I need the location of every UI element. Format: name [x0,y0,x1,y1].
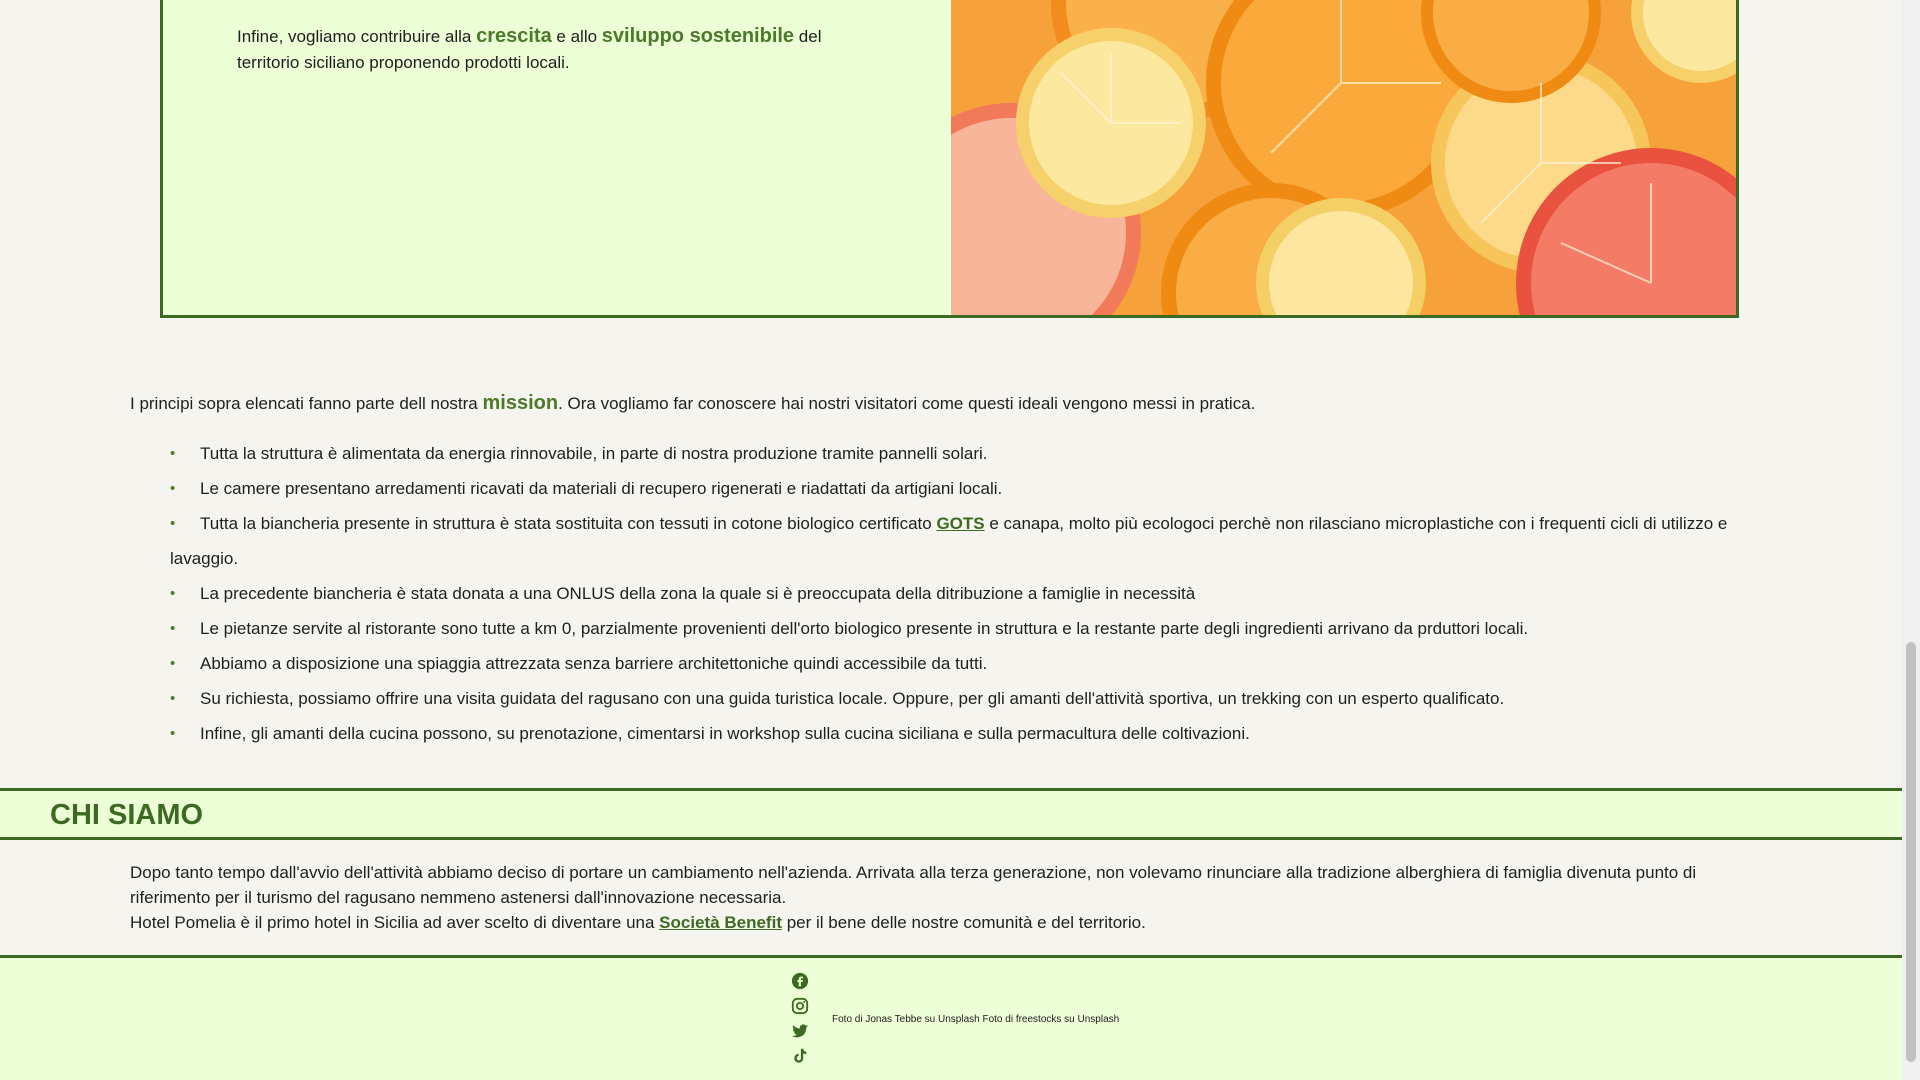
list-item-text: Tutta la biancheria presente in struttur… [200,514,937,533]
bullet-icon: • [170,620,176,637]
chi-siamo-paragraph: Dopo tanto tempo dall'avvio dell'attivit… [130,863,1697,907]
list-item: • Le camere presentano arredamenti ricava… [170,471,1750,506]
photo-credits: Foto di Jonas Tebbe su Unsplash Foto di … [832,1014,1120,1025]
list-item-text: Su richiesta, possiamo offrire una visit… [200,689,1505,708]
chi-siamo-title: CHI SIAMO [50,799,204,831]
facebook-icon[interactable] [791,972,811,992]
highlight-crescita: crescita [476,25,552,47]
chi-siamo-paragraph-2: Hotel Pomelia è il primo hotel in Sicili… [130,910,1780,935]
citrus-image [951,0,1736,315]
chi-siamo-text-after: per il bene delle nostre comunità e del … [781,913,1146,932]
list-item-text: Le camere presentano arredamenti ricavat… [200,479,1003,498]
list-item: • Infine, gli amanti della cucina possono… [170,716,1750,751]
scrollbar-thumb[interactable] [1906,642,1916,1062]
footer: Foto di Jonas Tebbe su Unsplash Foto di … [0,955,1902,1080]
page-scrollbar[interactable] [1902,0,1920,1080]
gots-link[interactable]: GOTS [936,514,984,533]
page: Infine, vogliamo contribuire alla cresci… [0,0,1902,1080]
list-item-text: Le pietanze servite al ristorante sono t… [200,619,1529,638]
mission-intro: I principi sopra elencati fanno parte de… [130,390,1770,417]
list-item: • Su richiesta, possiamo offrire una visi… [170,681,1750,716]
list-item: • Le pietanze servite al ristorante sono … [170,611,1750,646]
bullet-icon: • [170,655,176,672]
bullet-icon: • [170,480,176,497]
mission-highlight: mission [482,392,559,414]
bullet-icon: • [170,585,176,602]
list-item: • Tutta la biancheria presente in struttu… [170,506,1750,576]
instagram-icon[interactable] [791,997,811,1017]
chi-siamo-text: Dopo tanto tempo dall'avvio dell'attivit… [130,860,1780,935]
list-item-text: Abbiamo a disposizione una spiaggia attr… [200,654,988,673]
list-item: • Abbiamo a disposizione una spiaggia att… [170,646,1750,681]
bullet-icon: • [170,515,176,532]
societa-benefit-link[interactable]: Società Benefit [659,913,782,932]
highlight-sviluppo: sviluppo sostenibile [601,25,795,47]
list-item-text: La precedente biancheria è stata donata … [200,584,1196,603]
twitter-icon[interactable] [791,1022,811,1042]
card-text-part2: e allo [551,27,602,46]
bullet-icon: • [170,690,176,707]
tiktok-icon[interactable] [791,1047,811,1067]
list-item-text: Infine, gli amanti della cucina possono,… [200,724,1250,743]
social-links [791,972,813,1072]
mission-before: I principi sopra elencati fanno parte de… [130,394,483,413]
card-text: Infine, vogliamo contribuire alla cresci… [237,23,867,76]
list-item: • Tutta la struttura è alimentata da ener… [170,436,1750,471]
chi-siamo-text-before: Hotel Pomelia è il primo hotel in Sicili… [130,913,660,932]
mission-card: Infine, vogliamo contribuire alla cresci… [160,0,1739,318]
bullet-icon: • [170,445,176,462]
card-text-part1: Infine, vogliamo contribuire alla [237,27,477,46]
list-item: • La precedente biancheria è stata donata… [170,576,1750,611]
features-list: • Tutta la struttura è alimentata da ener… [170,436,1750,751]
chi-siamo-header: CHI SIAMO [0,788,1902,840]
mission-after: . Ora vogliamo far conoscere hai nostri … [558,394,1256,413]
bullet-icon: • [170,725,176,742]
list-item-text: Tutta la struttura è alimentata da energ… [200,444,988,463]
